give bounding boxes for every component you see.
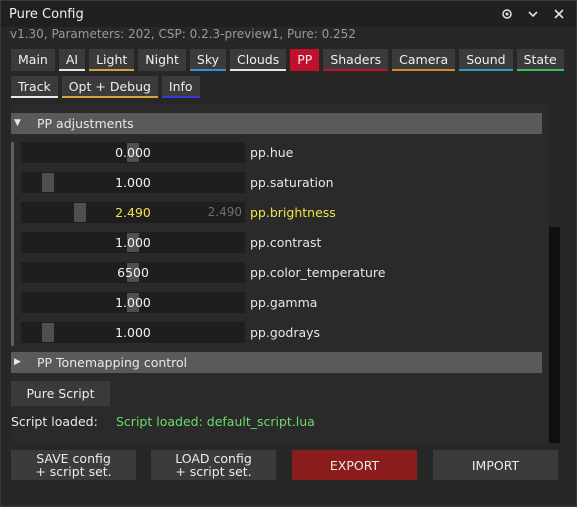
slider-row-pp-brightness: 2.490 2.490 pp.brightness — [21, 202, 546, 224]
slider-row-pp-hue: 0.000 pp.hue — [21, 142, 546, 164]
value-slider[interactable]: 6500 — [21, 262, 245, 283]
save-config-button[interactable]: SAVE config + script set. — [11, 450, 136, 480]
tab-night[interactable]: Night — [138, 49, 186, 71]
export-label: EXPORT — [329, 457, 380, 473]
slider-value: 1.000 — [115, 325, 151, 340]
slider-value: 1.000 — [115, 295, 151, 310]
script-loaded-label: Script loaded: — [11, 414, 98, 429]
pure-script-button[interactable]: Pure Script — [11, 381, 110, 406]
script-loaded-status: Script loaded: default_script.lua — [116, 414, 315, 429]
tab-pp[interactable]: PP — [290, 49, 320, 71]
parameter-name: pp.color_temperature — [250, 265, 386, 280]
collapsed-arrow-icon: ▶ — [14, 357, 21, 367]
expanded-arrow-icon: ▼ — [14, 118, 21, 128]
pure-config-window: Pure Config v1.30, Parameters: 202, CSP:… — [0, 0, 577, 507]
settings-panel: ▼ PP adjustments 0.000 pp.hue 1.000 pp.satu… — [11, 105, 560, 443]
slider-row-pp-godrays: 1.000 pp.godrays — [21, 322, 546, 344]
parameter-name: pp.saturation — [250, 175, 334, 190]
tab-bar-secondary: Track Opt + Debug Info — [11, 76, 200, 98]
button-line2: + script set. — [35, 464, 112, 479]
slider-row-pp-gamma: 1.000 pp.gamma — [21, 292, 546, 314]
scrollbar-track[interactable] — [549, 105, 560, 443]
import-label: IMPORT — [471, 457, 520, 473]
export-button[interactable]: EXPORT — [292, 450, 417, 480]
value-slider[interactable]: 1.000 — [21, 292, 245, 313]
slider-row-pp-color_temperature: 6500 pp.color_temperature — [21, 262, 546, 284]
version-info: v1.30, Parameters: 202, CSP: 0.2.3-previ… — [10, 27, 356, 41]
section-header-pp-adjustments[interactable]: ▼ PP adjustments — [11, 113, 542, 134]
button-line2: + script set. — [175, 464, 252, 479]
default-value-hint: 2.490 — [207, 205, 242, 219]
tab-shaders[interactable]: Shaders — [323, 49, 389, 71]
section-title: PP adjustments — [37, 116, 134, 131]
value-slider[interactable]: 1.000 — [21, 172, 245, 193]
gear-icon[interactable] — [498, 5, 516, 23]
tab-clouds[interactable]: Clouds — [230, 49, 287, 71]
parameter-name: pp.gamma — [250, 295, 318, 310]
tab-main[interactable]: Main — [11, 49, 55, 71]
value-slider[interactable]: 1.000 — [21, 232, 245, 253]
parameter-name: pp.brightness — [250, 205, 336, 220]
parameter-name: pp.hue — [250, 145, 294, 160]
section-title: PP Tonemapping control — [37, 355, 188, 370]
scrollbar-thumb[interactable] — [549, 227, 560, 443]
parameter-name: pp.contrast — [250, 235, 322, 250]
tab-bar-primary: Main AI Light Night Sky Clouds PP Shaders Camera… — [11, 49, 564, 71]
parameter-name: pp.godrays — [250, 325, 321, 340]
import-button[interactable]: IMPORT — [433, 450, 558, 480]
slider-value: 1.000 — [115, 235, 151, 250]
load-config-button[interactable]: LOAD config + script set. — [151, 450, 276, 480]
tab-sound[interactable]: Sound — [459, 49, 513, 71]
window-title: Pure Config — [9, 7, 84, 22]
group-indicator — [11, 142, 14, 346]
slider-value: 6500 — [117, 265, 149, 280]
title-bar[interactable]: Pure Config — [1, 1, 576, 27]
value-slider[interactable]: 2.490 2.490 — [21, 202, 245, 223]
value-slider[interactable]: 1.000 — [21, 322, 245, 343]
slider-row-pp-saturation: 1.000 pp.saturation — [21, 172, 546, 194]
tab-camera[interactable]: Camera — [392, 49, 456, 71]
tab-track[interactable]: Track — [11, 76, 58, 98]
tab-light[interactable]: Light — [89, 49, 135, 71]
slider-value: 1.000 — [115, 175, 151, 190]
section-header-tonemapping[interactable]: ▶ PP Tonemapping control — [11, 352, 542, 373]
slider-value: 0.000 — [115, 145, 151, 160]
slider-row-pp-contrast: 1.000 pp.contrast — [21, 232, 546, 254]
tab-info[interactable]: Info — [161, 76, 200, 98]
close-icon[interactable] — [550, 5, 568, 23]
chevron-down-icon[interactable] — [524, 5, 542, 23]
tab-ai[interactable]: AI — [58, 49, 86, 71]
tab-sky[interactable]: Sky — [189, 49, 227, 71]
tab-state[interactable]: State — [516, 49, 564, 71]
tab-opt-debug[interactable]: Opt + Debug — [61, 76, 158, 98]
value-slider[interactable]: 0.000 — [21, 142, 245, 163]
